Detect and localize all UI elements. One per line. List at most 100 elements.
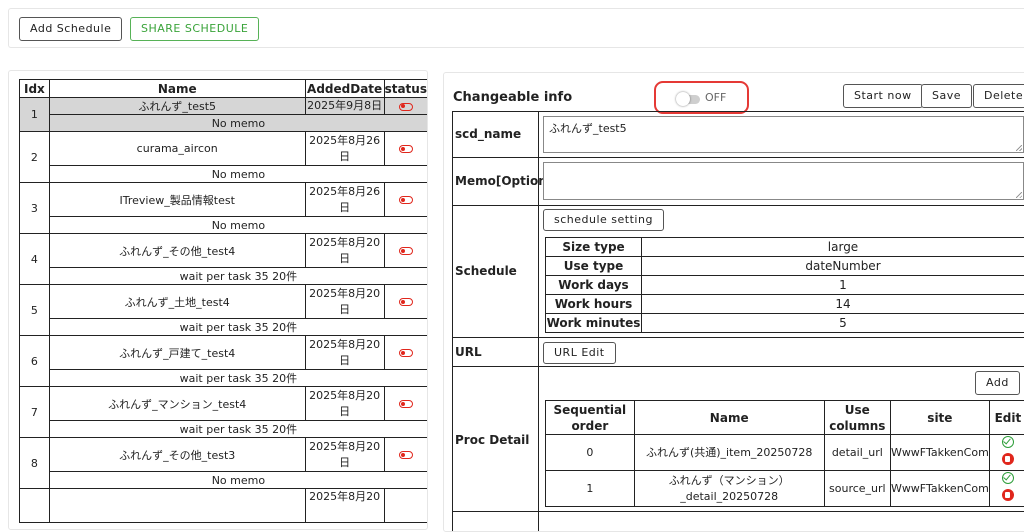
schedule-row[interactable]: 2 curama_aircon 2025年8月26日 <box>20 132 428 166</box>
row-name[interactable]: ふれんず_マンション_test4 <box>49 387 305 421</box>
add-schedule-button[interactable]: Add Schedule <box>19 17 122 41</box>
schedule-row[interactable]: 5 ふれんず_土地_test4 2025年8月20日 <box>20 285 428 319</box>
toggle-off-icon[interactable] <box>399 451 413 459</box>
work-minutes-value: 5 <box>642 314 1024 333</box>
panel-title: Changeable info <box>453 90 572 105</box>
col-site: site <box>890 401 989 435</box>
url-label: URL <box>455 345 482 359</box>
col-edit: Edit <box>989 401 1024 435</box>
row-memo: No memo <box>49 115 427 132</box>
form-line <box>452 205 1024 206</box>
schedule-row[interactable]: 7 ふれんず_マンション_test4 2025年8月20日 <box>20 387 428 421</box>
toggle-off-icon[interactable] <box>399 196 413 204</box>
status-toggle[interactable] <box>384 438 427 472</box>
delete-button[interactable]: Delete <box>973 84 1024 108</box>
active-toggle-switch[interactable] <box>678 95 700 104</box>
toggle-off-icon[interactable] <box>399 247 413 255</box>
row-name[interactable]: curama_aircon <box>49 132 305 166</box>
schedule-label: Schedule <box>455 264 517 278</box>
row-name[interactable]: ITreview_製品情報test <box>49 183 305 217</box>
active-toggle-highlight: OFF <box>654 81 749 114</box>
proc-column: source_url <box>824 471 890 507</box>
status-toggle[interactable] <box>384 183 427 217</box>
schedule-settings-table: Size typelarge Use typedateNumber Work d… <box>545 237 1024 333</box>
toggle-off-icon[interactable] <box>399 298 413 306</box>
row-memo: wait per task 35 20件 <box>49 268 427 285</box>
edit-check-icon[interactable] <box>1002 436 1014 448</box>
delete-trash-icon[interactable] <box>1002 453 1014 465</box>
schedule-row[interactable]: 8 ふれんず_その他_test3 2025年8月20日 <box>20 438 428 472</box>
form-line <box>452 511 1024 512</box>
edit-check-icon[interactable] <box>1002 472 1014 484</box>
toggle-off-icon[interactable] <box>399 349 413 357</box>
row-date: 2025年8月20日 <box>305 336 384 370</box>
form-line <box>452 366 1024 367</box>
status-toggle[interactable] <box>384 489 427 523</box>
delete-trash-icon[interactable] <box>1002 489 1014 501</box>
row-name[interactable]: ふれんず_その他_test3 <box>49 438 305 472</box>
schedule-row[interactable]: 2025年8月20 <box>20 489 428 523</box>
toggle-off-icon[interactable] <box>399 103 413 111</box>
schedule-row[interactable]: 6 ふれんず_戸建て_test4 2025年8月20日 <box>20 336 428 370</box>
row-memo: No memo <box>49 472 427 489</box>
row-date: 2025年8月20日 <box>305 438 384 472</box>
row-memo: wait per task 35 20件 <box>49 370 427 387</box>
schedule-row[interactable]: 4 ふれんず_その他_test4 2025年8月20日 <box>20 234 428 268</box>
memo-input[interactable] <box>543 162 1024 200</box>
proc-row: 1 ふれんず（マンション）_detail_20250728 source_url… <box>546 471 1024 507</box>
row-idx: 1 <box>20 98 50 132</box>
start-now-button[interactable]: Start now <box>843 84 923 108</box>
schedule-setting-button[interactable]: schedule setting <box>543 209 664 231</box>
row-idx: 6 <box>20 336 50 387</box>
row-memo: wait per task 35 20件 <box>49 319 427 336</box>
row-name[interactable]: ふれんず_test5 <box>49 98 305 115</box>
row-date: 2025年8月20日 <box>305 387 384 421</box>
proc-order: 1 <box>546 471 635 507</box>
resize-grip-icon[interactable] <box>1016 192 1022 198</box>
status-toggle[interactable] <box>384 234 427 268</box>
row-memo: No memo <box>49 166 427 183</box>
form-line <box>452 111 1024 112</box>
status-toggle[interactable] <box>384 132 427 166</box>
status-toggle[interactable] <box>384 98 427 115</box>
row-name[interactable]: ふれんず_戸建て_test4 <box>49 336 305 370</box>
proc-site: WwwFTakkenCom <box>890 435 989 471</box>
form-border-left <box>452 111 453 532</box>
size-type-key: Size type <box>546 238 642 257</box>
share-schedule-button[interactable]: SHARE SCHEDULE <box>130 17 259 41</box>
toggle-off-icon[interactable] <box>399 145 413 153</box>
scd-name-value: ふれんず_test5 <box>549 122 627 135</box>
toggle-off-icon[interactable] <box>399 400 413 408</box>
resize-grip-icon[interactable] <box>1016 145 1022 151</box>
add-proc-button[interactable]: Add <box>975 371 1020 395</box>
row-date: 2025年8月26日 <box>305 183 384 217</box>
status-toggle[interactable] <box>384 285 427 319</box>
use-type-value: dateNumber <box>642 257 1024 276</box>
work-days-value: 1 <box>642 276 1024 295</box>
col-use-columns: Use columns <box>824 401 890 435</box>
work-minutes-key: Work minutes <box>546 314 642 333</box>
proc-edit-cell <box>989 471 1024 507</box>
row-name[interactable]: ふれんず_土地_test4 <box>49 285 305 319</box>
row-name[interactable] <box>49 489 305 523</box>
status-toggle[interactable] <box>384 387 427 421</box>
schedule-row[interactable]: 1 ふれんず_test5 2025年9月8日 <box>20 98 428 115</box>
row-date: 2025年8月20 <box>305 489 384 523</box>
row-date: 2025年8月20日 <box>305 234 384 268</box>
row-date: 2025年8月26日 <box>305 132 384 166</box>
status-toggle[interactable] <box>384 336 427 370</box>
row-date: 2025年8月20日 <box>305 285 384 319</box>
proc-row: 0 ふれんず(共通)_item_20250728 detail_url WwwF… <box>546 435 1024 471</box>
top-toolbar: Add Schedule SHARE SCHEDULE <box>8 8 1024 48</box>
row-idx <box>20 489 50 523</box>
save-button[interactable]: Save <box>921 84 972 108</box>
proc-order: 0 <box>546 435 635 471</box>
toggle-state-label: OFF <box>705 91 726 104</box>
work-hours-value: 14 <box>642 295 1024 314</box>
url-edit-button[interactable]: URL Edit <box>543 342 616 364</box>
scd-name-input[interactable]: ふれんず_test5 <box>543 116 1024 153</box>
schedule-row[interactable]: 3 ITreview_製品情報test 2025年8月26日 <box>20 183 428 217</box>
row-name[interactable]: ふれんず_その他_test4 <box>49 234 305 268</box>
col-status: status <box>384 80 427 98</box>
row-date: 2025年9月8日 <box>305 98 384 115</box>
